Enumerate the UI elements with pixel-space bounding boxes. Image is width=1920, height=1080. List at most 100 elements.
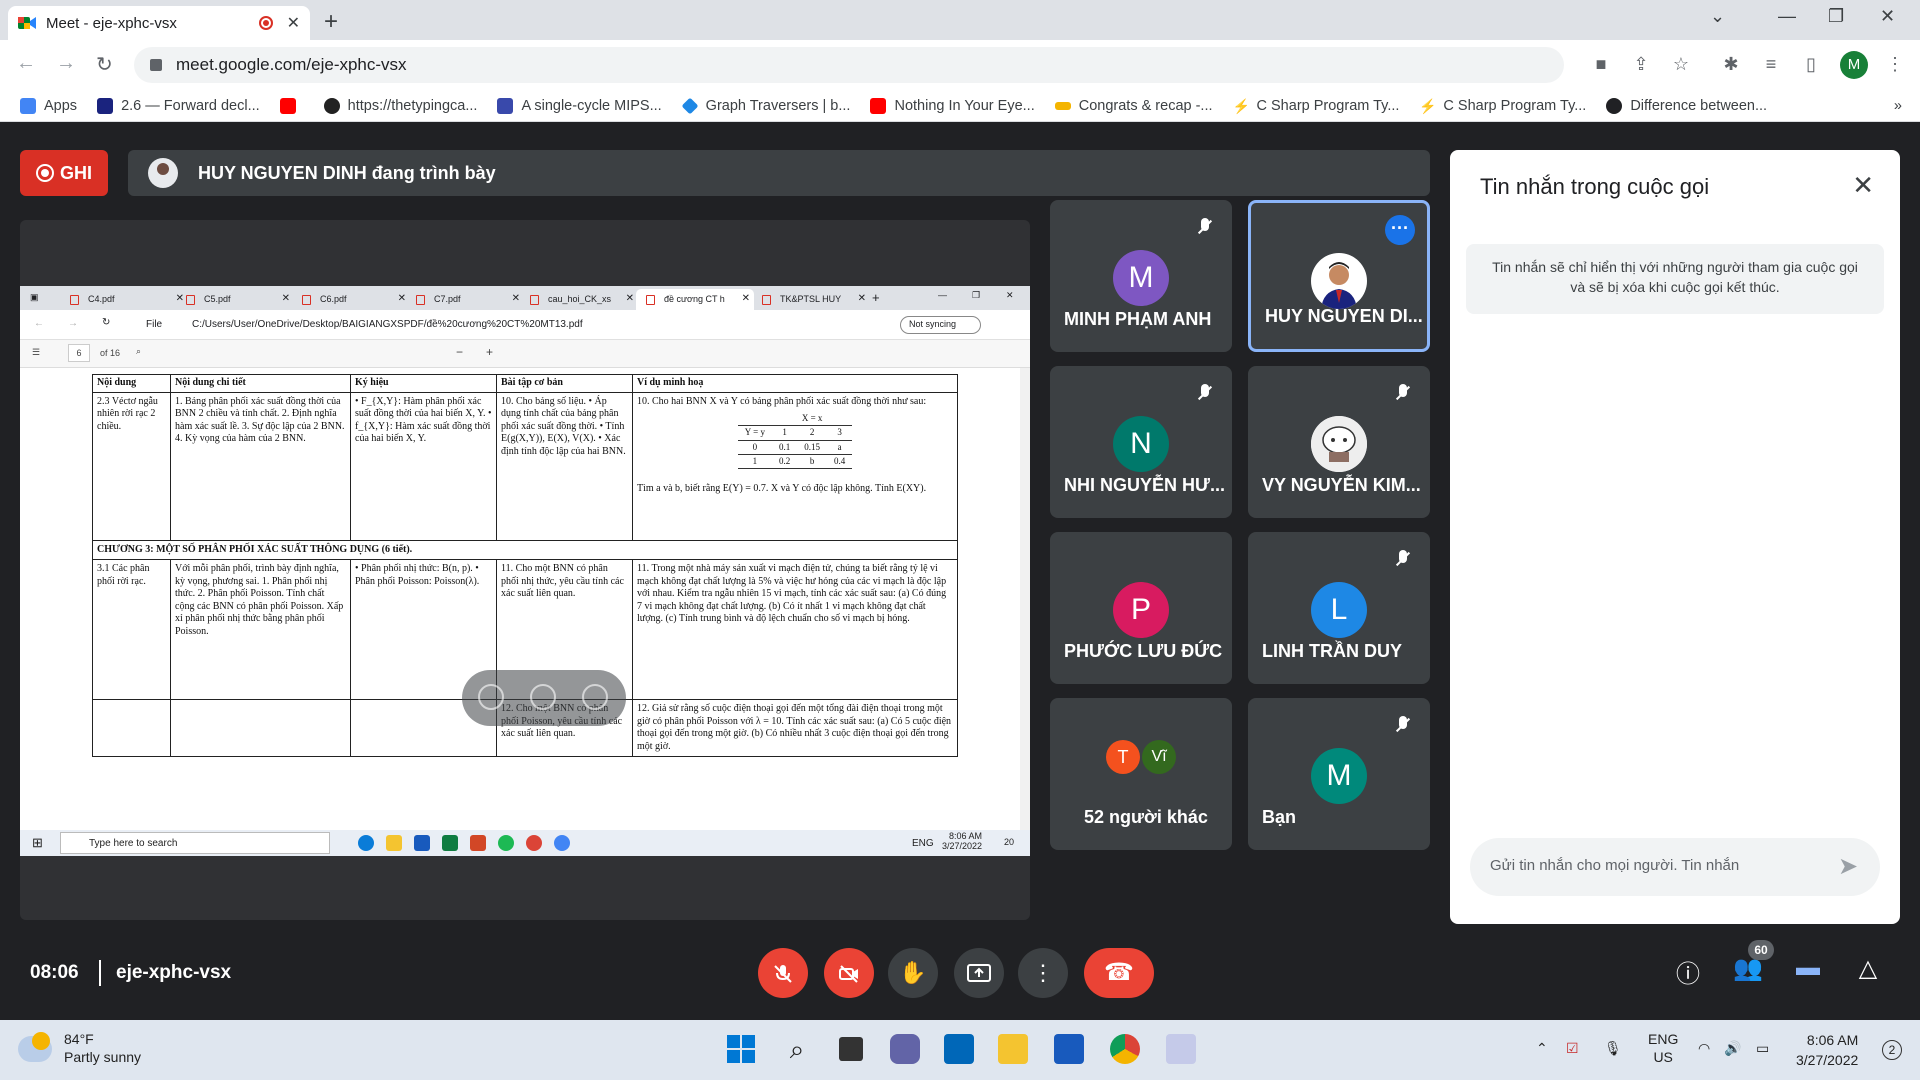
- weather-widget[interactable]: 84°F Partly sunny: [18, 1030, 141, 1066]
- search-icon[interactable]: ⌕: [782, 1034, 812, 1064]
- shared-screen: ▣ C4.pdf ✕ C5.pdf ✕ C6.pdf ✕ C7.pdf ✕ cau_ho…: [20, 220, 1030, 920]
- chrome-menu-icon[interactable]: ⋮: [1884, 54, 1906, 76]
- excel-icon: [442, 835, 458, 851]
- teams-chat-icon[interactable]: [890, 1034, 920, 1064]
- word-icon[interactable]: [1054, 1034, 1084, 1064]
- bookmark-item[interactable]: Nothing In Your Eye...: [870, 97, 1035, 114]
- restore-button[interactable]: ❐: [1828, 6, 1844, 27]
- participant-count-badge: 60: [1748, 940, 1774, 960]
- activities-icon[interactable]: △: [1850, 954, 1886, 990]
- bookmark-item[interactable]: https://thetypingca...: [323, 97, 477, 114]
- file-explorer-icon[interactable]: [998, 1034, 1028, 1064]
- bookmark-item[interactable]: Graph Traversers | b...: [681, 97, 850, 114]
- notification-badge[interactable]: 2: [1882, 1040, 1902, 1060]
- task-view-icon[interactable]: [839, 1037, 863, 1061]
- diamond-icon: [681, 97, 699, 114]
- system-clock[interactable]: 8:06 AM 3/27/2022: [1796, 1030, 1858, 1071]
- wifi-icon[interactable]: ◠: [1698, 1040, 1710, 1057]
- snipping-tool-icon[interactable]: [1166, 1034, 1196, 1064]
- raise-hand-button[interactable]: ✋: [888, 948, 938, 998]
- pdf-reload-icon: ↻: [102, 317, 111, 328]
- start-icon: ⊞: [32, 835, 43, 850]
- record-button[interactable]: GHI: [20, 150, 108, 196]
- bookmark-apps[interactable]: Apps: [20, 97, 77, 114]
- participant-name: PHƯỚC LƯU ĐỨC: [1064, 641, 1223, 661]
- pdf-new-tab-icon: +: [872, 290, 880, 305]
- avatar: [1311, 253, 1367, 309]
- cell: Với mỗi phân phối, trình bày định nghĩa,…: [170, 559, 351, 700]
- chat-info-note: Tin nhắn sẽ chỉ hiển thị với những người…: [1466, 244, 1884, 314]
- bookmark-item[interactable]: Congrats & recap -...: [1054, 98, 1213, 114]
- bookmark-item[interactable]: 2.6 — Forward decl...: [97, 97, 260, 114]
- tab-search-icon[interactable]: ⌄: [1710, 6, 1725, 27]
- avatar: [1311, 416, 1367, 472]
- close-icon[interactable]: ✕: [1852, 170, 1874, 201]
- presenter-text: HUY NGUYEN DINH đang trình bày: [198, 162, 496, 183]
- close-tab-icon[interactable]: ✕: [287, 13, 300, 33]
- pdf-close-icon: ✕: [1006, 290, 1014, 300]
- side-panel-icon[interactable]: ▯: [1800, 54, 1822, 76]
- battery-icon[interactable]: ▭: [1756, 1040, 1769, 1057]
- pdf-forward-icon: →: [68, 318, 78, 329]
- store-icon[interactable]: [944, 1034, 974, 1064]
- meeting-info-icon[interactable]: ⓘ: [1670, 954, 1706, 990]
- more-options-button[interactable]: ⋮: [1018, 948, 1068, 998]
- col-header: Nội dung: [92, 374, 171, 393]
- col-header: Ví dụ minh hoạ: [632, 374, 958, 393]
- toggle-camera-button[interactable]: [824, 948, 874, 998]
- pdf-tab: C5.pdf ✕: [176, 289, 294, 310]
- new-tab-button[interactable]: +: [324, 8, 338, 36]
- language-indicator[interactable]: ENG US: [1648, 1030, 1678, 1066]
- chat-icon[interactable]: ▬: [1790, 954, 1826, 990]
- tray-overflow-icon[interactable]: ⌃: [1536, 1040, 1548, 1057]
- participant-tile-active-speaker[interactable]: ··· HUY NGUYEN DI...: [1248, 200, 1430, 352]
- tray-app-icon[interactable]: ☑: [1566, 1040, 1579, 1057]
- bookmark-star-icon[interactable]: ☆: [1670, 54, 1692, 76]
- chat-panel: Tin nhắn trong cuộc gọi ✕ Tin nhắn sẽ ch…: [1450, 150, 1900, 924]
- participant-tile[interactable]: L LINH TRẦN DUY: [1248, 532, 1430, 684]
- more-options-icon[interactable]: ···: [1385, 215, 1415, 245]
- volume-icon[interactable]: 🔊: [1724, 1040, 1741, 1057]
- chrome-icon[interactable]: [1110, 1034, 1140, 1064]
- bookmark-item[interactable]: ⚡ C Sharp Program Ty...: [1419, 98, 1586, 114]
- cell: • F_{X,Y}: Hàm phân phối xác suất đồng t…: [350, 391, 497, 541]
- close-window-button[interactable]: ✕: [1880, 6, 1895, 27]
- bookmark-item[interactable]: A single-cycle MIPS...: [497, 97, 662, 114]
- send-icon[interactable]: ➤: [1838, 852, 1866, 880]
- chat-input[interactable]: Gửi tin nhắn cho mọi người. Tin nhắn ➤: [1470, 838, 1880, 896]
- paw-icon: [323, 97, 340, 114]
- camera-in-use-icon[interactable]: ■: [1590, 54, 1612, 76]
- self-tile[interactable]: M Bạn: [1248, 698, 1430, 850]
- pdf-page-total: of 16: [100, 348, 121, 358]
- pdf-tab: C4.pdf ✕: [60, 289, 188, 310]
- more-bookmarks-icon[interactable]: »: [1894, 98, 1902, 114]
- media-control-icon[interactable]: ≡: [1760, 54, 1782, 76]
- microphone-icon[interactable]: 🎙: [1604, 1040, 1622, 1057]
- url-bar[interactable]: meet.google.com/eje-xphc-vsx: [134, 47, 1564, 83]
- bookmark-item[interactable]: ⚡ C Sharp Program Ty...: [1233, 98, 1400, 114]
- participant-tile[interactable]: P PHƯỚC LƯU ĐỨC: [1050, 532, 1232, 684]
- pdf-sync-status: Not syncing: [900, 316, 982, 334]
- back-icon[interactable]: ←: [16, 52, 36, 75]
- windows-taskbar: 84°F Partly sunny ⌕ ⌃ ☑ 🎙 ENG US ◠ 🔊 ▭ 8:…: [0, 1020, 1920, 1080]
- reload-icon[interactable]: ↻: [96, 52, 113, 77]
- bookmark-item[interactable]: Difference between...: [1606, 97, 1767, 114]
- others-tile[interactable]: T Vĩ 52 người khác: [1050, 698, 1232, 850]
- bookmark-item[interactable]: [279, 97, 304, 114]
- youtube-icon: [279, 97, 296, 114]
- participant-tile[interactable]: M MINH PHẠM ANH: [1050, 200, 1232, 352]
- record-icon: [35, 164, 54, 182]
- participant-tile[interactable]: VY NGUYỄN KIM...: [1248, 366, 1430, 518]
- forward-icon[interactable]: →: [56, 52, 76, 75]
- browser-tab-meet[interactable]: Meet - eje-xphc-vsx ✕: [8, 6, 310, 40]
- extensions-icon[interactable]: ✱: [1720, 54, 1742, 76]
- present-button[interactable]: [954, 948, 1004, 998]
- leave-call-button[interactable]: ☎: [1084, 948, 1154, 998]
- profile-avatar[interactable]: M: [1840, 51, 1868, 79]
- muted-mic-icon: [1392, 382, 1414, 404]
- toggle-mic-button[interactable]: [758, 948, 808, 998]
- participant-tile[interactable]: N NHI NGUYỄN HƯ...: [1050, 366, 1232, 518]
- start-icon[interactable]: [726, 1034, 756, 1064]
- minimize-button[interactable]: —: [1778, 6, 1796, 27]
- share-icon[interactable]: ⇪: [1630, 54, 1652, 76]
